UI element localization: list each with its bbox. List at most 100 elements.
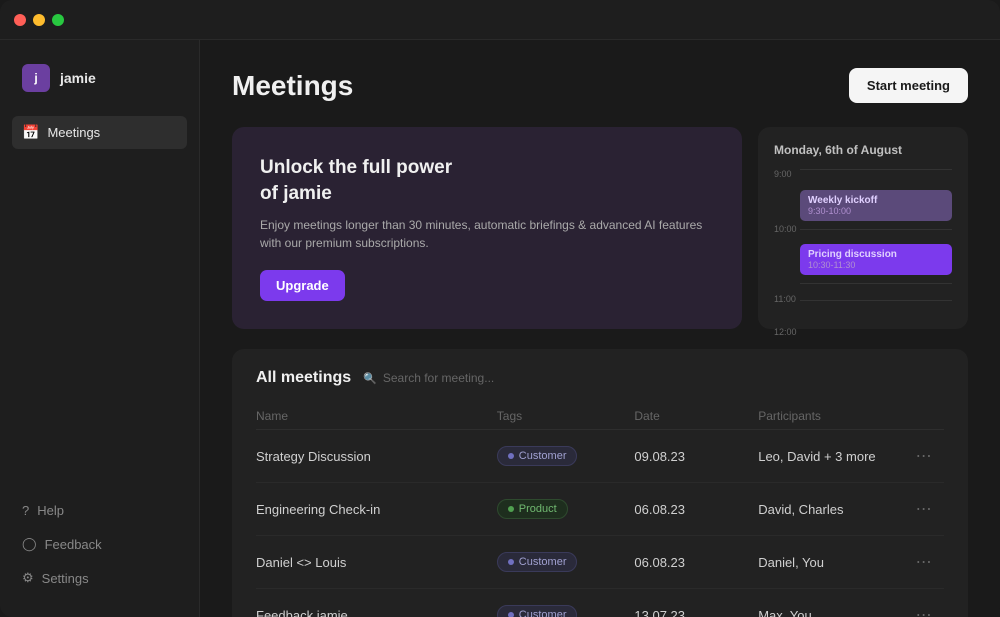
meeting-search-bar[interactable]: 🔍 Search for meeting...	[363, 371, 494, 385]
time-line-1100	[800, 283, 952, 284]
tag-dot-icon	[508, 559, 514, 565]
sidebar-item-meetings-label: Meetings	[47, 125, 100, 140]
upgrade-description: Enjoy meetings longer than 30 minutes, a…	[260, 216, 714, 252]
meeting-tag: Customer	[497, 605, 578, 617]
sidebar-item-settings[interactable]: ⚙ Settings	[12, 563, 187, 593]
col-header-tags: Tags	[497, 403, 635, 430]
sidebar-item-meetings[interactable]: 📅 Meetings	[12, 116, 187, 149]
fullscreen-button[interactable]	[52, 14, 64, 26]
sidebar-item-feedback[interactable]: ◯ Feedback	[12, 529, 187, 559]
col-header-actions	[910, 403, 944, 430]
meeting-participants-cell: Daniel, You	[758, 536, 909, 589]
traffic-lights	[14, 14, 64, 26]
table-row[interactable]: Feedback jamie Customer 13.07.23 Max, Yo…	[256, 589, 944, 617]
upgrade-card-content: Unlock the full power of jamie Enjoy mee…	[260, 155, 714, 270]
help-icon: ?	[22, 503, 29, 518]
table-header: Name Tags Date Participants	[256, 403, 944, 430]
tag-label: Customer	[519, 609, 567, 617]
tag-dot-icon	[508, 612, 514, 617]
tag-label: Customer	[519, 556, 567, 568]
upgrade-button[interactable]: Upgrade	[260, 270, 345, 301]
cards-row: Unlock the full power of jamie Enjoy mee…	[232, 127, 968, 329]
meeting-actions-cell: ⋯	[910, 589, 944, 617]
time-line-900	[800, 169, 952, 170]
help-label: Help	[37, 503, 64, 518]
meeting-participants-cell: Leo, David + 3 more	[758, 430, 909, 483]
pricing-event-title: Pricing discussion	[808, 249, 944, 260]
meeting-more-button[interactable]: ⋯	[910, 442, 939, 470]
time-label-1200: 12:00	[774, 327, 797, 337]
tag-label: Product	[519, 503, 557, 515]
calendar-card: Monday, 6th of August 9:00 Weekly kickof…	[758, 127, 968, 329]
close-button[interactable]	[14, 14, 26, 26]
meeting-date-cell: 06.08.23	[634, 483, 758, 536]
start-meeting-button[interactable]: Start meeting	[849, 68, 968, 103]
table-row[interactable]: Engineering Check-in Product 06.08.23 Da…	[256, 483, 944, 536]
meeting-name-cell: Strategy Discussion	[256, 430, 497, 483]
meeting-participants-cell: David, Charles	[758, 483, 909, 536]
calendar-events-area: 9:00 Weekly kickoff 9:30-10:00 10:00	[800, 169, 952, 301]
kickoff-event-time: 9:30-10:00	[808, 206, 944, 216]
time-label-1100: 11:00	[774, 294, 796, 304]
time-label-900: 9:00	[774, 169, 800, 179]
meeting-more-button[interactable]: ⋯	[910, 601, 939, 617]
tag-dot-icon	[508, 453, 514, 459]
upgrade-title: Unlock the full power of jamie	[260, 155, 714, 206]
feedback-label: Feedback	[45, 537, 102, 552]
time-line-1000	[800, 229, 952, 230]
table-row[interactable]: Strategy Discussion Customer 09.08.23 Le…	[256, 430, 944, 483]
tag-dot-icon	[508, 506, 514, 512]
meeting-tag-cell: Product	[497, 483, 635, 536]
meeting-date-cell: 09.08.23	[634, 430, 758, 483]
table-row[interactable]: Daniel <> Louis Customer 06.08.23 Daniel…	[256, 536, 944, 589]
sidebar-bottom: ? Help ◯ Feedback ⚙ Settings	[12, 496, 187, 601]
calendar-event-pricing[interactable]: Pricing discussion 10:30-11:30	[800, 244, 952, 275]
meeting-participants-cell: Max, You	[758, 589, 909, 617]
calendar-icon: 📅	[22, 124, 39, 141]
meeting-actions-cell: ⋯	[910, 483, 944, 536]
page-title: Meetings	[232, 70, 353, 102]
meetings-section-header: All meetings 🔍 Search for meeting...	[256, 369, 944, 387]
gear-icon: ⚙	[22, 570, 34, 586]
search-placeholder-text: Search for meeting...	[383, 371, 494, 385]
search-icon: 🔍	[363, 372, 377, 385]
col-header-date: Date	[634, 403, 758, 430]
meeting-tag: Customer	[497, 552, 578, 572]
meeting-tag-cell: Customer	[497, 536, 635, 589]
settings-label: Settings	[42, 571, 89, 586]
calendar-date-label: Monday, 6th of August	[774, 143, 952, 157]
meeting-name-cell: Feedback jamie	[256, 589, 497, 617]
pricing-event-time: 10:30-11:30	[808, 260, 944, 270]
meeting-actions-cell: ⋯	[910, 536, 944, 589]
meeting-tag: Product	[497, 499, 568, 519]
user-profile[interactable]: j jamie	[12, 56, 187, 100]
meeting-more-button[interactable]: ⋯	[910, 495, 939, 523]
upgrade-card: Unlock the full power of jamie Enjoy mee…	[232, 127, 742, 329]
titlebar	[0, 0, 1000, 40]
time-line-1200	[800, 300, 952, 301]
meetings-table-body: Strategy Discussion Customer 09.08.23 Le…	[256, 430, 944, 617]
feedback-icon: ◯	[22, 536, 37, 552]
meetings-section: All meetings 🔍 Search for meeting... Nam…	[232, 349, 968, 617]
meeting-date-cell: 13.07.23	[634, 589, 758, 617]
meeting-tag: Customer	[497, 446, 578, 466]
meeting-more-button[interactable]: ⋯	[910, 548, 939, 576]
sidebar: j jamie 📅 Meetings ? Help ◯ Feedback	[0, 40, 200, 617]
avatar: j	[22, 64, 50, 92]
meetings-table: Name Tags Date Participants	[256, 403, 944, 617]
minimize-button[interactable]	[33, 14, 45, 26]
time-label-1000: 10:00	[774, 224, 797, 234]
col-header-participants: Participants	[758, 403, 909, 430]
col-header-name: Name	[256, 403, 497, 430]
meeting-actions-cell: ⋯	[910, 430, 944, 483]
meeting-tag-cell: Customer	[497, 589, 635, 617]
username-label: jamie	[60, 70, 96, 86]
tag-label: Customer	[519, 450, 567, 462]
sidebar-item-help[interactable]: ? Help	[12, 496, 187, 525]
sidebar-nav: 📅 Meetings	[12, 116, 187, 496]
main-content: Meetings Start meeting Unlock the full p…	[200, 40, 1000, 617]
calendar-event-kickoff[interactable]: Weekly kickoff 9:30-10:00	[800, 190, 952, 221]
main-header: Meetings Start meeting	[232, 68, 968, 103]
kickoff-event-title: Weekly kickoff	[808, 195, 944, 206]
meeting-tag-cell: Customer	[497, 430, 635, 483]
